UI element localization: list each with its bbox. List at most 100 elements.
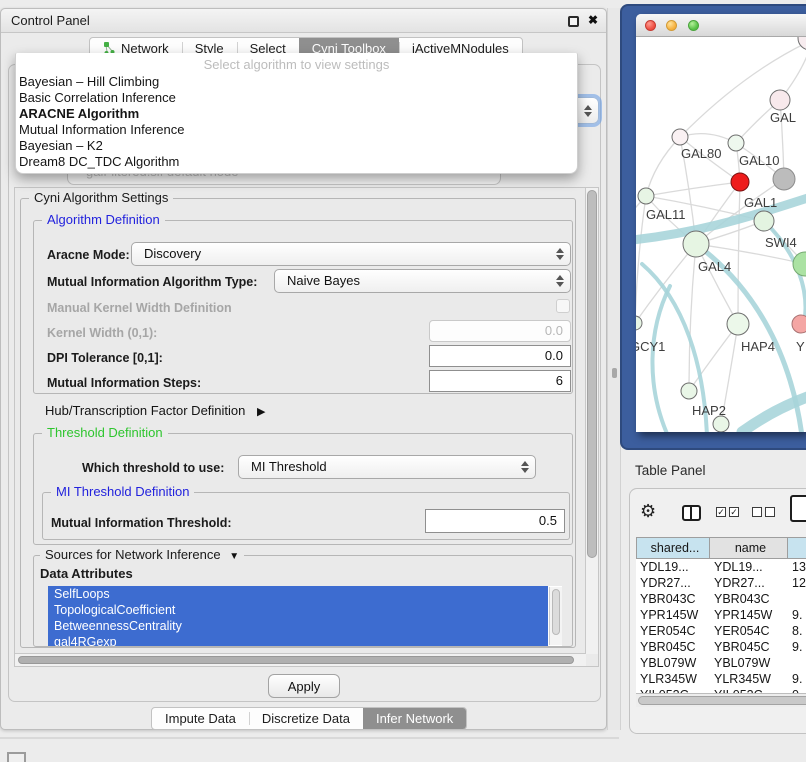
network-node[interactable]	[728, 135, 744, 151]
network-node[interactable]	[773, 168, 795, 190]
scrollbar-thumb[interactable]	[638, 696, 806, 705]
settings-horizontal-scrollbar[interactable]	[15, 653, 586, 666]
panel-splitter[interactable]	[607, 8, 621, 730]
table-cell: 13	[788, 559, 806, 575]
node-label-hap2: HAP2	[692, 403, 726, 418]
network-node[interactable]	[792, 315, 806, 333]
network-canvas[interactable]: GALGAL80GAL10GAL1GAL11SWI4GAL4GCY1HAP4YH…	[636, 37, 806, 432]
network-node[interactable]	[754, 211, 774, 231]
data-operation-tabs: Impute DataDiscretize DataInfer Network	[151, 707, 467, 730]
tab-impute-data[interactable]: Impute Data	[152, 708, 249, 729]
float-window-icon[interactable]	[568, 16, 579, 27]
table-cell: YPR145W	[636, 607, 710, 623]
tab-discretize-data[interactable]: Discretize Data	[249, 708, 363, 729]
mi-type-combo[interactable]: Naive Bayes	[274, 269, 571, 293]
network-window-titlebar[interactable]	[636, 14, 806, 37]
kernel-width-input[interactable]: 0.0	[429, 320, 571, 342]
table-row[interactable]: YDL19...YDL19...13	[636, 559, 806, 575]
tab-infer-network[interactable]: Infer Network	[363, 708, 466, 729]
apply-button[interactable]: Apply	[268, 674, 340, 698]
network-view-window: GALGAL80GAL10GAL1GAL11SWI4GAL4GCY1HAP4YH…	[620, 4, 806, 450]
minimize-window-button[interactable]	[666, 20, 677, 31]
scrollbar-thumb[interactable]	[552, 589, 560, 635]
document-icon[interactable]	[790, 495, 806, 522]
network-node[interactable]	[731, 173, 749, 191]
sources-section-header[interactable]: Sources for Network Inference ▼	[40, 547, 244, 565]
table-cell: YDL19...	[636, 559, 710, 575]
mi-steps-label: Mutual Information Steps:	[47, 375, 201, 391]
table-panel: ⚙ ✓ ✓ shared...nameA YDL19...YDL19...13Y…	[629, 488, 806, 734]
scrollbar-thumb[interactable]	[18, 656, 574, 664]
checked-checkbox-icon[interactable]: ✓	[716, 507, 726, 517]
network-node[interactable]	[713, 416, 729, 432]
columns-icon[interactable]	[682, 505, 701, 521]
network-node[interactable]	[793, 252, 806, 276]
network-node[interactable]	[681, 383, 697, 399]
settings-vertical-scrollbar[interactable]	[585, 188, 598, 654]
attributes-list-scrollbar[interactable]	[549, 587, 562, 645]
threshold-definition-group: Threshold Definition Which threshold to …	[33, 433, 573, 545]
table-cell: 12	[788, 575, 806, 591]
table-row[interactable]: YBR045CYBR045C9.	[636, 639, 806, 655]
dropdown-item-mutual-information-inference[interactable]: Mutual Information Inference	[16, 122, 577, 138]
gear-icon[interactable]: ⚙	[640, 501, 656, 522]
combo-arrows-icon	[584, 105, 592, 117]
table-row[interactable]: YDR27...YDR27...12	[636, 575, 806, 591]
unchecked-checkbox-icon[interactable]	[752, 507, 762, 517]
dropdown-item-dream8-dc-tdc-algorithm[interactable]: Dream8 DC_TDC Algorithm	[16, 154, 577, 170]
zoom-window-button[interactable]	[688, 20, 699, 31]
scrollbar-thumb[interactable]	[587, 190, 597, 558]
mi-threshold-input[interactable]: 0.5	[425, 509, 565, 533]
column-header-shared[interactable]: shared...	[636, 537, 710, 559]
cyni-algorithm-settings-group: Cyni Algorithm Settings Algorithm Defini…	[20, 198, 576, 648]
dropdown-item-bayesian-k2[interactable]: Bayesian – K2	[16, 138, 577, 154]
dropdown-item-aracne-algorithm[interactable]: ARACNE Algorithm	[16, 106, 577, 122]
table-row[interactable]: YLR345WYLR345W9.	[636, 671, 806, 687]
table-row[interactable]: YBR043CYBR043C	[636, 591, 806, 607]
hub-factor-label: Hub/Transcription Factor Definition	[45, 403, 245, 418]
network-node[interactable]	[636, 316, 642, 330]
table-horizontal-scrollbar[interactable]	[636, 693, 806, 707]
unchecked-checkbox-icon[interactable]	[765, 507, 775, 517]
network-node[interactable]	[672, 129, 688, 145]
checked-checkbox-icon[interactable]: ✓	[729, 507, 739, 517]
minimized-panel-icon[interactable]	[7, 752, 26, 762]
group-title: Cyni Algorithm Settings	[29, 190, 173, 206]
close-window-button[interactable]	[645, 20, 656, 31]
control-panel: Control Panel ✖ NetworkStyleSelectCyni T…	[0, 8, 607, 730]
column-header-name[interactable]: name	[710, 537, 788, 559]
attribute-item-topologicalcoefficient[interactable]: TopologicalCoefficient	[48, 602, 548, 618]
aracne-mode-combo[interactable]: Discovery	[131, 242, 571, 266]
network-node[interactable]	[770, 90, 790, 110]
dropdown-item-bayesian-hill-climbing[interactable]: Bayesian – Hill Climbing	[16, 74, 577, 90]
splitter-handle[interactable]	[612, 368, 617, 378]
hub-factor-section-header[interactable]: Hub/Transcription Factor Definition ▶	[45, 403, 265, 418]
combo-arrows-icon	[556, 248, 564, 260]
table-row[interactable]: YER054CYER054C8.	[636, 623, 806, 639]
attribute-item-betweennesscentrality[interactable]: BetweennessCentrality	[48, 618, 548, 634]
data-attributes-list[interactable]: SelfLoopsTopologicalCoefficientBetweenne…	[48, 586, 562, 646]
network-node[interactable]	[683, 231, 709, 257]
dpi-tolerance-input[interactable]: 0.0	[429, 345, 571, 367]
network-window: GALGAL80GAL10GAL1GAL11SWI4GAL4GCY1HAP4YH…	[636, 14, 806, 432]
table-row[interactable]: YPR145WYPR145W9.	[636, 607, 806, 623]
which-threshold-combo[interactable]: MI Threshold	[238, 455, 536, 479]
attribute-item-selfloops[interactable]: SelfLoops	[48, 586, 548, 602]
node-label-gcy1: GCY1	[636, 339, 665, 354]
dropdown-item-basic-correlation-inference[interactable]: Basic Correlation Inference	[16, 90, 577, 106]
network-node[interactable]	[798, 37, 806, 50]
network-node[interactable]	[727, 313, 749, 335]
mi-steps-input[interactable]: 6	[429, 370, 571, 392]
algorithm-dropdown: Select algorithm to view settings Bayesi…	[15, 53, 578, 174]
table-cell: YLR345W	[710, 671, 788, 687]
close-panel-icon[interactable]: ✖	[588, 13, 598, 27]
kernel-width-label: Kernel Width (0,1):	[47, 325, 157, 341]
network-node[interactable]	[638, 188, 654, 204]
table-cell: 9.	[788, 607, 806, 623]
table-header-row: shared...nameA	[636, 537, 806, 559]
table-row[interactable]: YBL079WYBL079W	[636, 655, 806, 671]
network-edge	[636, 196, 646, 323]
manual-kernel-width-checkbox[interactable]	[556, 299, 570, 313]
attribute-item-gal4rgexp[interactable]: gal4RGexp	[48, 634, 548, 646]
column-header-a[interactable]: A	[788, 537, 806, 559]
